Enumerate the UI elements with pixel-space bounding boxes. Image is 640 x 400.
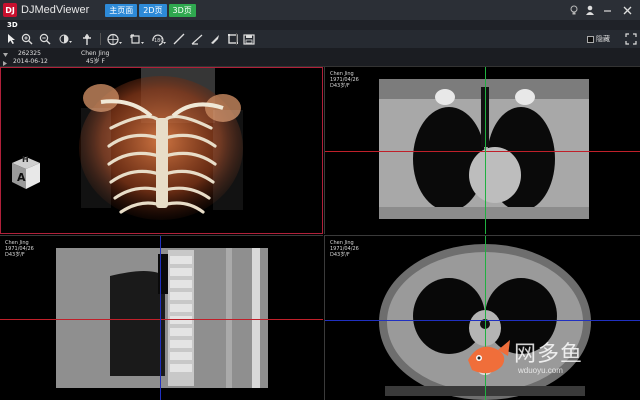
- app-logo: DJ: [3, 3, 17, 17]
- patient-info-bar: 262325 Chen Jing 2014-06-12 45岁 F: [0, 48, 640, 67]
- svg-text:180: 180: [154, 38, 164, 44]
- sagittal-ct-image: [56, 248, 268, 388]
- watermark-text: 网多鱼: [514, 342, 584, 367]
- tab-2d[interactable]: 2D页: [139, 3, 167, 17]
- crosshair-horizontal-blue[interactable]: [325, 320, 640, 321]
- overlay-age-sex: D43岁/F: [5, 252, 25, 258]
- sagittal-patient-overlay: Chen Jing 1971/04/26 D43岁/F: [5, 240, 34, 258]
- cube-top-label: H: [22, 155, 29, 164]
- crosshair-vertical-blue[interactable]: [160, 236, 161, 400]
- pointer-tool-icon[interactable]: [4, 31, 18, 47]
- window-level-icon[interactable]: [58, 31, 74, 47]
- fullscreen-icon[interactable]: [624, 31, 638, 47]
- tab-3d[interactable]: 3D页: [168, 3, 196, 17]
- bulb-icon[interactable]: [567, 3, 581, 17]
- watermark-url: wduoyu.com: [518, 366, 563, 375]
- 3d-rendering: [79, 68, 243, 220]
- fish-logo-icon: [468, 340, 510, 374]
- coronal-patient-overlay: Chen Jing 1971/04/26 D43岁/F: [330, 71, 359, 89]
- viewport-3d[interactable]: H A: [0, 67, 323, 234]
- app-title: DJMedViewer: [21, 4, 90, 16]
- hide-overlay-checkbox[interactable]: 隐藏: [587, 34, 610, 44]
- toolbar-divider: [100, 33, 101, 45]
- save-image-icon[interactable]: [242, 31, 256, 47]
- angle-measure-icon[interactable]: [190, 31, 204, 47]
- overlay-age-sex: D43岁/F: [330, 83, 350, 89]
- crosshair-horizontal-red[interactable]: [325, 151, 640, 152]
- watermark: 网多鱼 wduoyu.com: [462, 334, 637, 384]
- minimize-icon[interactable]: [600, 3, 614, 17]
- rotate-180-icon[interactable]: 180: [150, 31, 168, 47]
- cube-front-label: A: [17, 171, 26, 184]
- patient-age-sex: 45岁 F: [86, 58, 105, 65]
- title-bar: DJ DJMedViewer 主页面 2D页 3D页: [0, 0, 640, 20]
- line-measure-icon[interactable]: [172, 31, 186, 47]
- patient-id: 262325: [18, 50, 41, 57]
- close-icon[interactable]: [620, 3, 634, 17]
- zoom-out-icon[interactable]: [38, 31, 52, 47]
- sternum: [156, 118, 168, 208]
- study-date: 2014-06-12: [13, 58, 48, 65]
- viewport-coronal[interactable]: Chen Jing 1971/04/26 D43岁/F: [324, 67, 640, 234]
- checkbox-box[interactable]: [587, 35, 594, 43]
- mode-label: 3D: [7, 21, 18, 29]
- overlay-age-sex: D43岁/F: [330, 252, 350, 258]
- mode-bar: 3D: [0, 20, 640, 30]
- scalpel-icon[interactable]: [208, 31, 222, 47]
- orientation-cube[interactable]: H A: [11, 155, 41, 192]
- axial-patient-overlay: Chen Jing 1971/04/26 D43岁/F: [330, 240, 359, 258]
- viewport-sagittal[interactable]: Chen Jing 1971/04/26 D43岁/F: [0, 235, 323, 400]
- zoom-in-icon[interactable]: [20, 31, 34, 47]
- toolbar: 180 隐藏: [0, 30, 640, 48]
- patient-name: Chen Jing: [81, 50, 110, 57]
- pan-tool-icon[interactable]: [80, 31, 94, 47]
- tab-home[interactable]: 主页面: [105, 3, 138, 17]
- reset-view-icon[interactable]: [128, 31, 146, 47]
- crosshair-horizontal-red[interactable]: [0, 319, 323, 320]
- crop-box-icon[interactable]: [226, 31, 240, 47]
- user-icon[interactable]: [583, 3, 597, 17]
- rotate-3d-icon[interactable]: [106, 31, 124, 47]
- toolbar-divider: [236, 33, 237, 45]
- crosshair-vertical-green[interactable]: [485, 67, 486, 234]
- hide-overlay-label: 隐藏: [596, 35, 610, 43]
